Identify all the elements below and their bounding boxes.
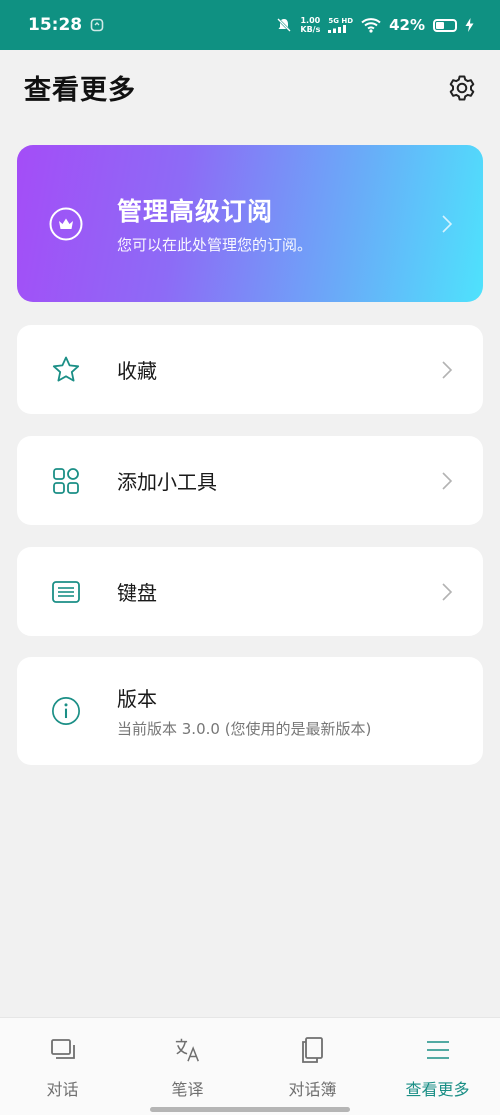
chevron-right-icon — [442, 360, 453, 379]
chevron-right-icon — [442, 214, 453, 233]
favorites-label: 收藏 — [117, 359, 157, 383]
bottom-nav: 对话 笔译 对话簿 查看更多 — [0, 1017, 500, 1115]
premium-subtitle: 您可以在此处管理您的订阅。 — [117, 236, 313, 254]
wifi-icon — [361, 18, 381, 33]
charging-icon — [465, 18, 474, 32]
network-type: 5G HD — [328, 17, 353, 33]
page-title: 查看更多 — [24, 75, 136, 106]
nav-conversation[interactable]: 对话 — [0, 1018, 125, 1115]
nav-label: 笔译 — [171, 1080, 204, 1099]
settings-button[interactable] — [448, 74, 476, 102]
net-speed-value: 1.00 — [300, 16, 321, 25]
header: 查看更多 — [0, 50, 500, 125]
info-icon — [51, 696, 81, 726]
version-item: 版本 当前版本 3.0.0 (您使用的是最新版本) — [17, 657, 483, 765]
home-indicator[interactable] — [150, 1107, 350, 1112]
favorites-item[interactable]: 收藏 — [17, 325, 483, 414]
status-bar: 15:28 1.00 KB/s 5G HD 42% — [0, 0, 500, 50]
silent-bell-icon — [277, 18, 292, 32]
keyboard-label: 键盘 — [117, 581, 157, 605]
status-right: 1.00 KB/s 5G HD 42% — [276, 16, 474, 34]
battery-percent: 42% — [389, 16, 425, 34]
signal-icon — [328, 25, 347, 33]
nav-translate[interactable]: 笔译 — [125, 1018, 250, 1115]
widgets-icon — [51, 466, 81, 496]
version-subtitle: 当前版本 3.0.0 (您使用的是最新版本) — [117, 720, 372, 738]
version-text: 版本 当前版本 3.0.0 (您使用的是最新版本) — [117, 683, 453, 739]
nav-phrasebook[interactable]: 对话簿 — [250, 1018, 375, 1115]
net-type-label: 5G HD — [328, 17, 354, 25]
status-time: 15:28 — [28, 15, 83, 35]
crown-badge-icon — [49, 207, 83, 240]
chat-icon — [49, 1036, 77, 1064]
net-speed-unit: KB/s — [300, 25, 321, 34]
nav-label: 对话簿 — [288, 1080, 337, 1099]
star-icon — [51, 355, 81, 385]
premium-title: 管理高级订阅 — [117, 197, 274, 226]
nav-more[interactable]: 查看更多 — [375, 1018, 500, 1115]
battery-icon — [433, 18, 457, 32]
chevron-right-icon — [442, 471, 453, 490]
nav-label: 对话 — [46, 1080, 79, 1099]
chevron-right-icon — [442, 582, 453, 601]
keyboard-item[interactable]: 键盘 — [17, 547, 483, 636]
phrasebook-icon — [299, 1036, 327, 1064]
gear-icon — [449, 75, 475, 100]
premium-text: 管理高级订阅 您可以在此处管理您的订阅。 — [117, 192, 441, 255]
premium-subscription-card[interactable]: 管理高级订阅 您可以在此处管理您的订阅。 — [17, 145, 483, 302]
nav-label: 查看更多 — [405, 1080, 470, 1099]
keyboard-icon — [51, 577, 81, 607]
network-speed: 1.00 KB/s — [300, 16, 320, 34]
add-widgets-item[interactable]: 添加小工具 — [17, 436, 483, 525]
add-widgets-label: 添加小工具 — [117, 470, 217, 494]
notification-app-icon — [90, 18, 104, 32]
battery-fill — [436, 21, 444, 29]
status-left: 15:28 — [28, 15, 104, 35]
translate-icon — [174, 1036, 202, 1064]
menu-icon — [424, 1036, 452, 1064]
version-title: 版本 — [117, 687, 157, 711]
